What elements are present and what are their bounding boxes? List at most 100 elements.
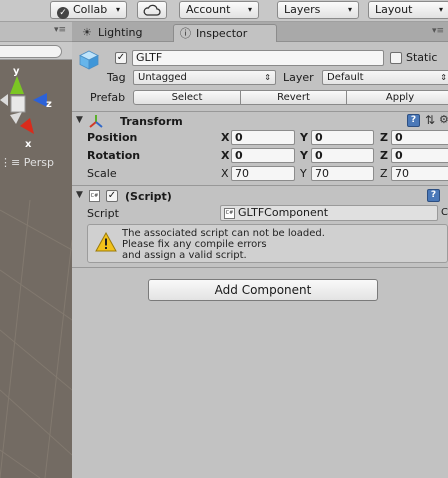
layers-button[interactable]: Layers ▾ <box>277 1 359 19</box>
gizmo-y-label: y <box>13 66 20 77</box>
prefab-label: Prefab <box>90 91 126 104</box>
active-checkbox[interactable]: ✓ <box>115 52 127 64</box>
position-x-field[interactable]: 0 <box>231 130 295 145</box>
projection-label[interactable]: ⋮≡ Persp <box>0 156 54 169</box>
tag-value: Untagged <box>138 72 187 83</box>
collab-button[interactable]: ✓ Collab ▾ <box>50 1 127 19</box>
tab-lighting[interactable]: ☀ Lighting <box>76 24 172 42</box>
scale-x-field[interactable]: 70 <box>231 166 295 181</box>
gizmo-center-cube <box>10 95 26 113</box>
rotation-x-field[interactable]: 0 <box>231 148 295 163</box>
rotation-y-field[interactable]: 0 <box>311 148 374 163</box>
script-component-title: (Script) <box>125 190 172 203</box>
position-z-label: Z <box>380 131 388 144</box>
transform-icon <box>89 115 103 128</box>
position-x-label: X <box>221 131 230 144</box>
script-file-icon: C# <box>224 208 235 219</box>
layers-label: Layers <box>284 3 321 16</box>
rotation-x-label: X <box>221 149 230 162</box>
layout-label: Layout <box>375 3 413 16</box>
account-label: Account <box>186 3 231 16</box>
scale-z-field[interactable]: 70 <box>391 166 448 181</box>
warning-helpbox: The associated script can not be loaded.… <box>87 224 448 263</box>
inspector-panel: ✓ GLTF Static Tag Untagged ⇕ Layer Defau… <box>72 42 448 478</box>
gameobject-name-input[interactable]: GLTF <box>132 50 384 66</box>
gizmo-x-label: x <box>25 139 32 150</box>
tab-lighting-label: Lighting <box>98 26 143 39</box>
position-y-field[interactable]: 0 <box>311 130 374 145</box>
tag-dropdown[interactable]: Untagged ⇕ <box>133 70 276 85</box>
panel-menu-icon[interactable]: ▾≡ <box>54 25 66 35</box>
rotation-z-field[interactable]: 0 <box>391 148 448 163</box>
layer-value: Default <box>327 72 364 83</box>
warning-line: and assign a valid script. <box>122 250 247 261</box>
warning-message: The associated script can not be loaded.… <box>122 228 325 261</box>
script-file-icon: C# <box>89 190 100 202</box>
script-object-field[interactable]: C# GLTFComponent <box>220 205 438 221</box>
chevron-down-icon: ▾ <box>347 5 352 14</box>
script-label: Script <box>87 207 119 220</box>
gear-icon[interactable]: ⚙ <box>439 113 448 126</box>
rotation-y-label: Y <box>300 149 308 162</box>
inspector-tab-bar: ☀ Lighting ⓘ Inspector ▾≡ <box>72 22 448 42</box>
static-checkbox[interactable] <box>390 52 402 64</box>
position-z-field[interactable]: 0 <box>391 130 448 145</box>
rotation-z-label: Z <box>380 149 388 162</box>
collab-check-icon: ✓ <box>57 7 69 19</box>
divider <box>72 267 448 268</box>
add-component-button[interactable]: Add Component <box>148 279 378 301</box>
help-book-icon[interactable]: ? <box>427 189 440 202</box>
position-label: Position <box>87 131 138 144</box>
prefab-revert-button[interactable]: Revert <box>240 90 347 105</box>
chevron-down-icon: ▾ <box>115 5 120 14</box>
scene-orientation-gizmo[interactable] <box>0 60 72 160</box>
updown-icon: ⇕ <box>264 73 271 82</box>
gizmo-neg-y-cone <box>10 112 22 124</box>
transform-title: Transform <box>120 115 183 128</box>
scene-view[interactable]: y z x ⋮≡ Persp <box>0 60 72 478</box>
gizmo-z-cone <box>33 93 47 107</box>
tag-label: Tag <box>107 71 126 84</box>
prefab-apply-button[interactable]: Apply <box>346 90 448 105</box>
scene-search-input[interactable] <box>0 45 62 58</box>
gizmo-neg-x-cone <box>0 94 8 106</box>
layer-dropdown[interactable]: Default ⇕ <box>322 70 448 85</box>
info-icon: ⓘ <box>180 27 191 40</box>
scale-y-label: Y <box>300 167 307 180</box>
rotation-label: Rotation <box>87 149 141 162</box>
script-component-header[interactable]: ▼ C# ✓ (Script) ? <box>72 188 448 205</box>
divider <box>72 185 448 186</box>
scale-y-field[interactable]: 70 <box>311 166 374 181</box>
divider <box>72 111 448 112</box>
gizmo-y-cone <box>10 76 24 94</box>
transform-header[interactable]: ▼ Transform ? ⇅ ⚙ <box>72 113 448 130</box>
warning-line: Please fix any compile errors <box>122 239 267 250</box>
chevron-down-icon: ▾ <box>247 5 252 14</box>
foldout-arrow-icon[interactable]: ▼ <box>76 190 83 200</box>
gizmo-x-cone <box>20 118 34 134</box>
tab-inspector[interactable]: ⓘ Inspector <box>173 24 277 42</box>
chevron-down-icon: ▾ <box>438 5 443 14</box>
warning-line: The associated script can not be loaded. <box>122 228 325 239</box>
help-book-icon[interactable]: ? <box>407 114 420 127</box>
cloud-services-button[interactable] <box>137 1 167 19</box>
scale-z-label: Z <box>380 167 388 180</box>
scale-x-label: X <box>221 167 229 180</box>
static-label: Static <box>406 51 438 64</box>
foldout-arrow-icon[interactable]: ▼ <box>76 115 83 125</box>
component-settings-icon[interactable]: ⇅ <box>425 113 435 127</box>
account-button[interactable]: Account ▾ <box>179 1 259 19</box>
position-y-label: Y <box>300 131 308 144</box>
scene-search-bar <box>0 42 72 60</box>
layout-button[interactable]: Layout ▾ <box>368 1 448 19</box>
script-enabled-checkbox[interactable]: ✓ <box>106 190 118 202</box>
warning-icon <box>95 232 117 252</box>
script-value: GLTFComponent <box>238 206 329 219</box>
panel-menu-icon[interactable]: ▾≡ <box>432 26 444 36</box>
persp-text: Persp <box>23 156 54 169</box>
script-field-trailing: C <box>441 207 448 218</box>
updown-icon: ⇕ <box>440 73 447 82</box>
cloud-icon <box>143 4 161 16</box>
prefab-select-button[interactable]: Select <box>133 90 241 105</box>
cube-icon <box>79 50 99 70</box>
